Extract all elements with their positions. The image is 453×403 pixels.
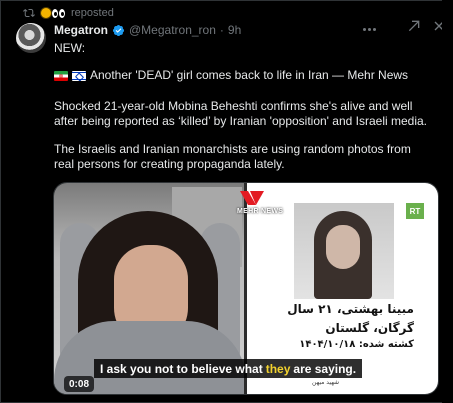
post-headline: Another 'DEAD' girl comes back to life i…: [90, 68, 409, 82]
post-time[interactable]: 9h: [228, 23, 241, 37]
video-subtitle: I ask you not to believe what they are s…: [94, 359, 363, 378]
post-headline-row: Another 'DEAD' girl comes back to life i…: [54, 68, 434, 83]
scrollbar-track[interactable]: [442, 0, 453, 403]
post-line-new: NEW:: [54, 41, 86, 55]
video-player[interactable]: MEHR NEWS RT مبینا بهشتی، ۲۱ سال گرگان، …: [53, 182, 439, 395]
author-name[interactable]: Megatron: [54, 23, 108, 37]
post-paragraph-1: Shocked 21-year-old Mobina Beheshti conf…: [54, 99, 428, 128]
separator-dot: ·: [219, 23, 224, 37]
israel-flag-icon: [72, 70, 86, 81]
subtitle-highlight: they: [265, 361, 291, 376]
subtitle-part-2: are saying.: [293, 361, 357, 376]
tweet-card: reposted Megatron @Megatron_ron · 9h NEW…: [0, 0, 453, 403]
repost-indicator[interactable]: reposted: [23, 6, 114, 20]
eyes-icon: [52, 8, 65, 18]
mehr-news-label: MEHR NEWS: [237, 208, 284, 215]
repost-icon: [23, 8, 35, 18]
emoji-group: [41, 8, 65, 18]
verified-badge-icon: [112, 24, 125, 36]
sun-icon: [41, 8, 51, 18]
more-options-icon[interactable]: [363, 22, 377, 36]
persian-caption-date: کشته شده: ۱۴۰۴/۱۰/۱۸: [299, 339, 414, 350]
subtitle-part-1: I ask you not to believe what: [100, 361, 263, 376]
persian-caption-location: گرگان، گلستان: [325, 321, 414, 335]
grok-icon[interactable]: [406, 18, 422, 34]
persian-caption-name: مبینا بهشتی، ۲۱ سال: [287, 302, 414, 316]
rt-logo: RT: [406, 203, 424, 219]
author-handle[interactable]: @Megatron_ron: [129, 23, 216, 37]
avatar[interactable]: [16, 23, 46, 53]
post-paragraph-2: The Israelis and Iranian monarchists are…: [54, 142, 411, 171]
post-header: Megatron @Megatron_ron · 9h: [54, 22, 241, 38]
iran-flag-icon: [54, 70, 68, 81]
persian-footnote: شهید میهن: [312, 379, 340, 386]
video-duration: 0:08: [64, 376, 95, 392]
portrait-photo: [294, 203, 394, 299]
repost-label: reposted: [71, 7, 114, 19]
